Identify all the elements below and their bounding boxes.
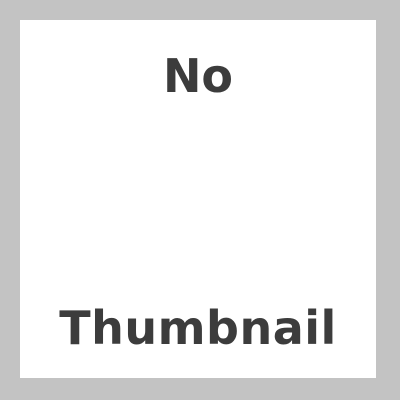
placeholder-text-thumbnail: Thumbnail bbox=[59, 301, 337, 355]
placeholder-text-no: No bbox=[162, 49, 234, 103]
thumbnail-frame: No Thumbnail bbox=[0, 0, 400, 400]
thumbnail-placeholder-panel: No Thumbnail bbox=[20, 20, 376, 378]
